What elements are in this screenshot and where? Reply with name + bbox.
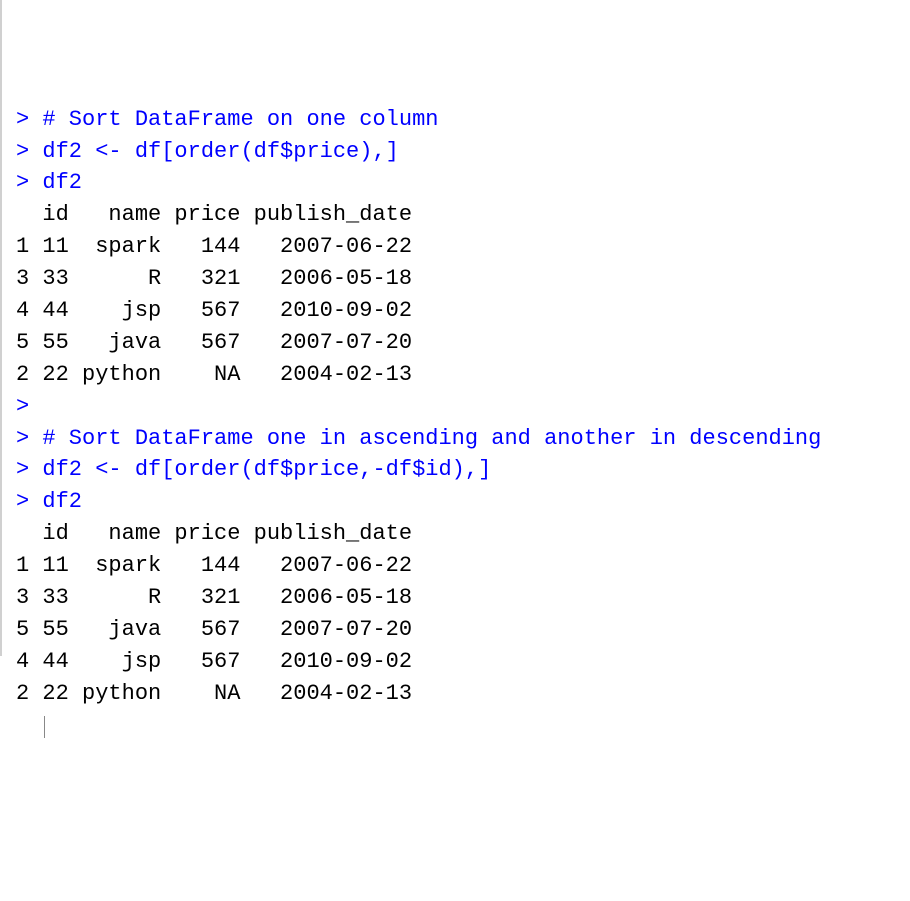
table-row: 2 22 python NA 2004-02-13 [16, 678, 906, 710]
comment-line: > # Sort DataFrame on one column [16, 104, 906, 136]
table-row: 5 55 java 567 2007-07-20 [16, 614, 906, 646]
text-cursor [44, 716, 45, 738]
code-line: > df2 <- df[order(df$price,-df$id),] [16, 454, 906, 486]
print-line: > df2 [16, 167, 906, 199]
table-row: 2 22 python NA 2004-02-13 [16, 359, 906, 391]
print-line: > df2 [16, 486, 906, 518]
comment-line: > # Sort DataFrame one in ascending and … [16, 423, 906, 455]
table-row: 1 11 spark 144 2007-06-22 [16, 550, 906, 582]
r-console[interactable]: > # Sort DataFrame on one column> df2 <-… [16, 104, 906, 742]
table-row: 1 11 spark 144 2007-06-22 [16, 231, 906, 263]
table-row: 5 55 java 567 2007-07-20 [16, 327, 906, 359]
table-header: id name price publish_date [16, 518, 906, 550]
table-row: 4 44 jsp 567 2010-09-02 [16, 646, 906, 678]
table-row: 3 33 R 321 2006-05-18 [16, 582, 906, 614]
table-row: 4 44 jsp 567 2010-09-02 [16, 295, 906, 327]
code-line: > df2 <- df[order(df$price),] [16, 136, 906, 168]
table-header: id name price publish_date [16, 199, 906, 231]
empty-prompt-line: > [16, 391, 906, 423]
table-row: 3 33 R 321 2006-05-18 [16, 263, 906, 295]
